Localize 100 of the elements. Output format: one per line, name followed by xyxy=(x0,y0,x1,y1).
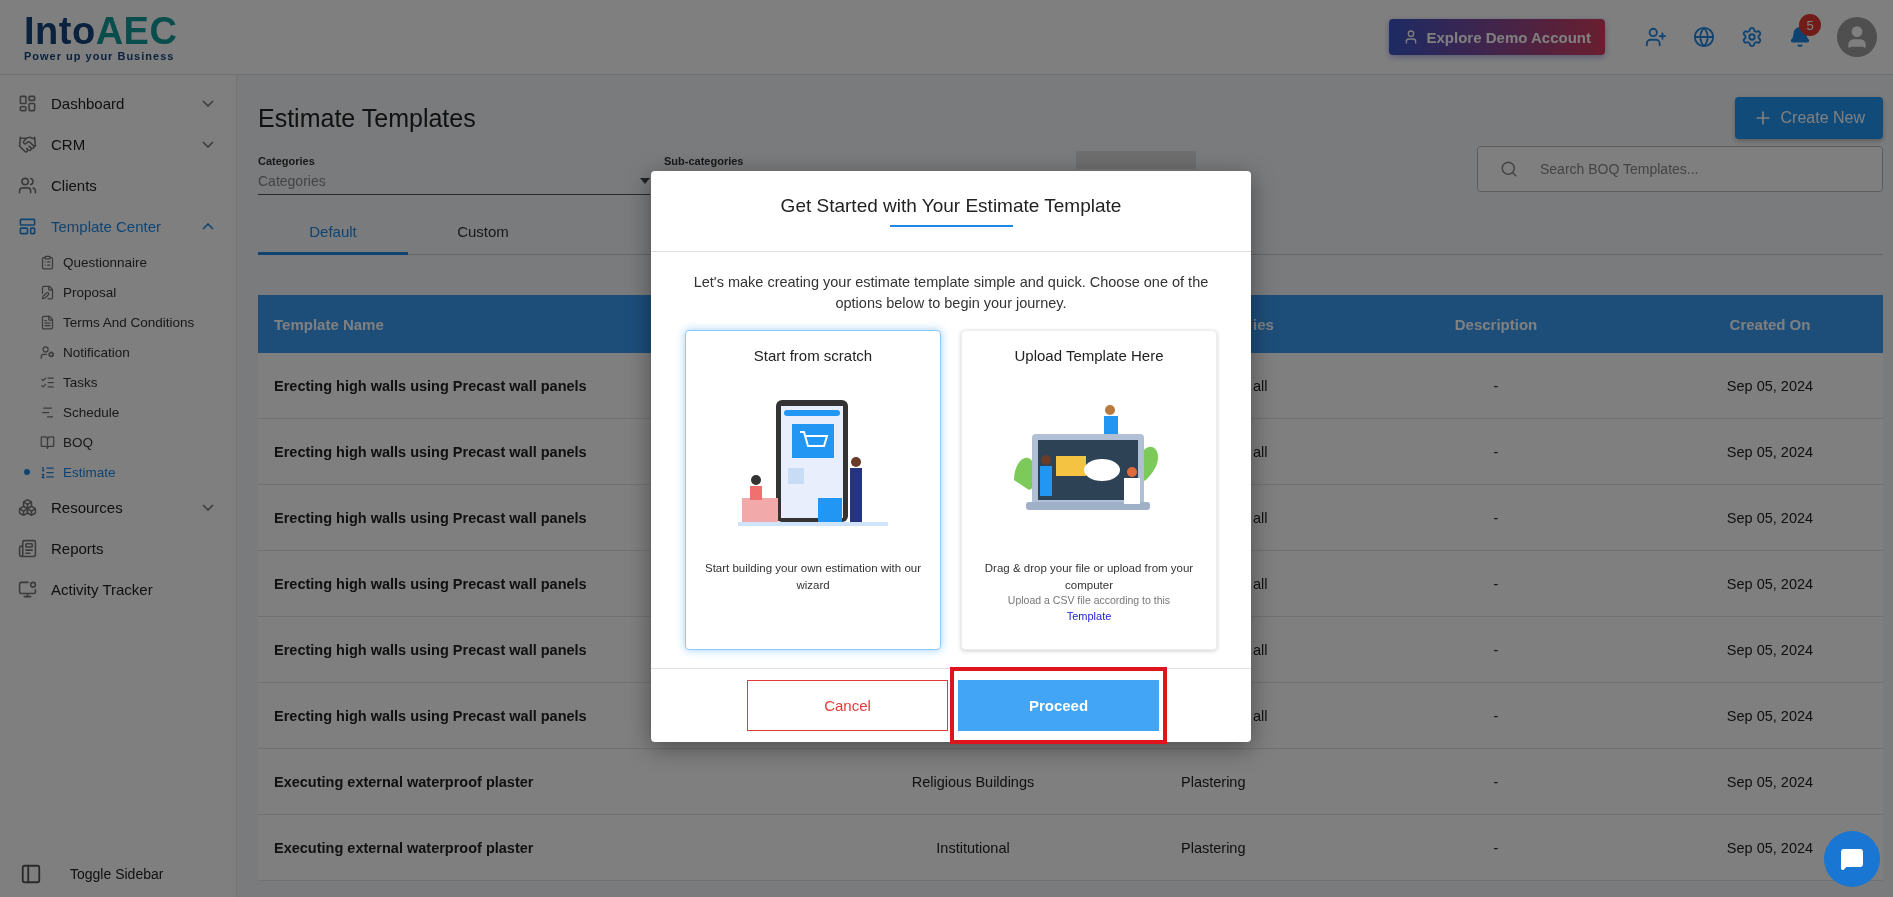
table-cell: Executing external waterproof plaster xyxy=(274,773,534,790)
table-cell: all xyxy=(1253,575,1268,592)
sidebar-subitem[interactable]: Proposal xyxy=(0,277,236,307)
chevron-down-icon[interactable] xyxy=(202,141,214,148)
menu-item-icon xyxy=(18,176,37,195)
template-link[interactable]: Template xyxy=(1066,610,1112,622)
sidebar-item[interactable]: Clients xyxy=(0,165,236,206)
sidebar-item[interactable]: Reports xyxy=(0,528,236,569)
sidebar-item[interactable]: Dashboard xyxy=(0,83,236,124)
search-field[interactable]: Search BOQ Templates... xyxy=(1477,146,1883,192)
table-cell: - xyxy=(1493,509,1499,526)
submenu-item-icon xyxy=(40,314,55,330)
dialog-title: Get Started with Your Estimate Template xyxy=(780,195,1122,217)
option-card[interactable]: Upload Template Here Drag & drop your file or upload from your computer Upload a CSV file according to this Template xyxy=(961,330,1217,650)
table-cell: Erecting high walls using Precast wall panels xyxy=(274,707,587,724)
table-cell: Sep 05, 2024 xyxy=(1726,377,1814,394)
option-card[interactable]: Start from scratch Start building your own estimation with our wizard xyxy=(685,330,941,650)
menu-item-icon xyxy=(18,135,37,154)
submenu-item-icon xyxy=(40,404,55,420)
sidebar-subitem[interactable]: Tasks xyxy=(0,367,236,397)
table-cell: - xyxy=(1493,641,1499,658)
page-title: Estimate Templates xyxy=(258,103,476,133)
table-cell: Erecting high walls using Precast wall panels xyxy=(274,641,587,658)
menu-item-icon xyxy=(18,498,37,517)
submenu-item-icon xyxy=(40,434,55,450)
table-cell: all xyxy=(1253,443,1268,460)
submenu-item-icon xyxy=(40,344,55,360)
sidebar-subitem[interactable]: Questionnaire xyxy=(0,247,236,277)
table-cell: Sep 05, 2024 xyxy=(1726,443,1814,460)
tagline: Power up your Business xyxy=(24,50,176,62)
submenu-item-icon xyxy=(40,374,55,390)
table-cell: Executing external waterproof plaster xyxy=(274,839,534,856)
sidebar-subitem[interactable]: Notification xyxy=(0,337,236,367)
categories-select[interactable]: Categories xyxy=(258,167,650,195)
column-header: Description xyxy=(1454,315,1538,333)
sidebar-item[interactable]: CRM xyxy=(0,124,236,165)
table-cell: - xyxy=(1493,575,1499,592)
option-description: Drag & drop your file or upload from your computer xyxy=(983,561,1195,593)
table-cell: Erecting high walls using Precast wall panels xyxy=(274,575,587,592)
sidebar-subitem[interactable]: Estimate xyxy=(0,457,236,487)
create-new-button[interactable]: Create New xyxy=(1734,97,1883,139)
proceed-button[interactable]: Proceed xyxy=(958,680,1159,731)
table-cell: Erecting high walls using Precast wall panels xyxy=(274,443,587,460)
table-cell: Institutional xyxy=(936,839,1010,856)
sidebar-item[interactable]: Template Center xyxy=(0,206,236,247)
chevron-up-icon[interactable] xyxy=(202,223,214,230)
globe-icon[interactable] xyxy=(1693,26,1715,48)
add-user-icon[interactable] xyxy=(1645,26,1667,48)
avatar[interactable] xyxy=(1837,17,1877,57)
table-cell: - xyxy=(1493,443,1499,460)
table-cell: - xyxy=(1493,839,1499,856)
notification-count: 5 xyxy=(1799,14,1821,36)
search-icon xyxy=(1500,160,1518,178)
option-title: Upload Template Here xyxy=(1014,347,1164,364)
field-label: Categories xyxy=(258,155,316,167)
option-description: Start building your own estimation with our wizard xyxy=(703,561,923,593)
table-cell: Plastering xyxy=(1181,773,1246,790)
option-note: Upload a CSV file according to this xyxy=(1007,594,1171,606)
table-cell: - xyxy=(1493,707,1499,724)
chevron-down-icon[interactable] xyxy=(202,504,214,511)
table-cell: Sep 05, 2024 xyxy=(1726,509,1814,526)
toggle-sidebar-icon xyxy=(20,863,42,885)
table-cell: Erecting high walls using Precast wall panels xyxy=(274,509,587,526)
sidebar-subitem[interactable]: Terms And Conditions xyxy=(0,307,236,337)
sidebar-subitem[interactable]: Schedule xyxy=(0,397,236,427)
chat-icon xyxy=(1840,847,1864,871)
logo[interactable]: IntoAEC Power up your Business xyxy=(24,12,224,62)
table-cell: Sep 05, 2024 xyxy=(1726,575,1814,592)
table-cell: all xyxy=(1253,707,1268,724)
column-header: Template Name xyxy=(274,315,384,333)
sidebar-item[interactable]: Activity Tracker xyxy=(0,569,236,610)
toggle-sidebar-link[interactable]: Toggle Sidebar xyxy=(70,866,164,882)
table-cell: all xyxy=(1253,377,1268,394)
submenu-item-icon xyxy=(40,254,55,270)
menu-item-icon xyxy=(18,94,37,113)
table-cell: Erecting high walls using Precast wall panels xyxy=(274,377,587,394)
field-label: Sub-categories xyxy=(664,155,745,167)
settings-icon[interactable] xyxy=(1741,26,1763,48)
explore-demo-button[interactable]: Explore Demo Account xyxy=(1388,19,1605,55)
submenu-item-icon xyxy=(40,284,55,300)
table-cell: all xyxy=(1253,509,1268,526)
active-dot xyxy=(24,469,30,475)
table-cell: Sep 05, 2024 xyxy=(1726,641,1814,658)
cancel-button[interactable]: Cancel xyxy=(747,680,948,731)
submenu-item-icon xyxy=(40,464,55,480)
table-cell: - xyxy=(1493,773,1499,790)
option-title: Start from scratch xyxy=(753,347,873,364)
tab[interactable]: Custom xyxy=(408,211,558,255)
chevron-down-icon[interactable] xyxy=(202,100,214,107)
menu-item-icon xyxy=(18,217,37,236)
dropdown-caret-icon xyxy=(640,177,650,184)
brand-name: IntoAEC xyxy=(24,12,179,50)
column-header: Created On xyxy=(1729,315,1811,333)
table-cell: all xyxy=(1253,641,1268,658)
sidebar-item[interactable]: Resources xyxy=(0,487,236,528)
table-cell: Sep 05, 2024 xyxy=(1726,773,1814,790)
sidebar-subitem[interactable]: BOQ xyxy=(0,427,236,457)
table-cell: Plastering xyxy=(1181,839,1246,856)
tab[interactable]: Default xyxy=(258,211,408,255)
dialog-intro: Let's make creating your estimate template simple and quick. Choose one of the options below to begin your journey. xyxy=(692,273,1210,313)
